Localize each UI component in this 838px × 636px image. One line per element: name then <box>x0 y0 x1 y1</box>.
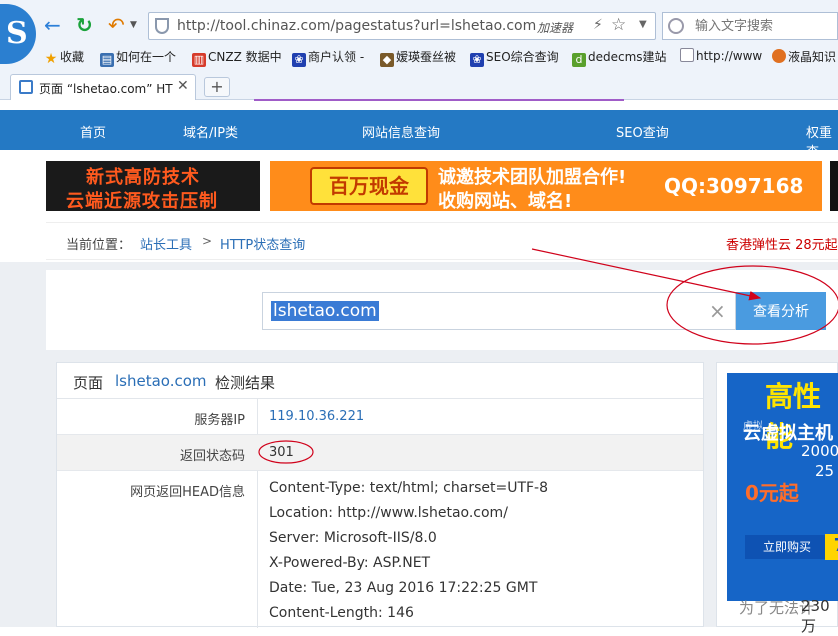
banner-ad-3[interactable] <box>830 161 838 211</box>
breadcrumb-current[interactable]: HTTP状态查询 <box>220 234 305 253</box>
url-text[interactable]: http://tool.chinaz.com/pagestatus?url=ls… <box>177 18 536 34</box>
paw-icon: ❀ <box>470 53 484 67</box>
shield-icon <box>155 18 169 34</box>
banner1-line1: 新式高防技术 <box>86 167 200 188</box>
banner2-line2: 收购网站、域名! <box>438 191 573 211</box>
page-icon <box>680 48 694 62</box>
server-ip-label: 服务器IP <box>194 413 245 428</box>
breadcrumb-sep: > <box>202 234 213 248</box>
d-icon: d <box>572 53 586 67</box>
bookmark-item[interactable]: ◆ 嫒瑛蚕丝被 <box>380 48 456 67</box>
nav-domain-ip[interactable]: 域名/IP类 <box>183 122 238 141</box>
ad-price: 0元起 <box>745 481 799 505</box>
paw-icon: ❀ <box>292 53 306 67</box>
bookmark-item[interactable]: 液晶知识 <box>772 48 836 65</box>
bookmarks-bar: ★ 收藏 ▤ 如何在一个 ▥ CNZZ 数据中 ❀ 商户认领 - ◆ 嫒瑛蚕丝被 ❀ SEO… <box>0 46 838 68</box>
result-title-suffix: 检测结果 <box>215 374 276 392</box>
clear-icon[interactable]: × <box>709 299 726 323</box>
close-icon[interactable]: ✕ <box>177 78 189 94</box>
tab-active[interactable]: 页面 “lshetao.com” HT ✕ <box>10 74 196 100</box>
banner2-box: 百万现金 <box>310 167 428 205</box>
bookmark-item[interactable]: ❀ 商户认领 - <box>292 48 364 67</box>
query-input[interactable]: lshetao.com × <box>262 292 736 330</box>
bookmark-item[interactable]: ❀ SEO综合查询 <box>470 48 559 67</box>
query-value[interactable]: lshetao.com <box>271 301 379 321</box>
result-table: 页面 lshetao.com 检测结果 服务器IP 119.10.36.221 … <box>56 362 704 628</box>
address-bar[interactable]: http://tool.chinaz.com/pagestatus?url=ls… <box>148 12 656 40</box>
banner-ad-1[interactable]: 新式高防技术 云端近源攻击压制 <box>46 161 260 211</box>
back-arrow-icon[interactable]: ← <box>44 12 61 38</box>
table-row: 服务器IP 119.10.36.221 <box>57 399 703 435</box>
nav-seo[interactable]: SEO查询 <box>616 122 669 141</box>
banner2-line1: 诚邀技术团队加盟合作! <box>438 167 627 188</box>
tab-title[interactable]: 页面 “lshetao.com” HT <box>39 80 177 97</box>
circle-icon <box>772 49 786 63</box>
result-title-prefix: 页面 <box>73 374 104 392</box>
chart-icon: ▥ <box>192 53 206 67</box>
bookmark-item[interactable]: d dedecms建站 <box>572 48 667 67</box>
nav-home[interactable]: 首页 <box>80 122 106 141</box>
bookmark-item[interactable]: ▥ CNZZ 数据中 <box>192 48 282 67</box>
bookmark-item[interactable]: ▤ 如何在一个 <box>100 48 176 67</box>
ad-number: 230万 <box>801 597 830 635</box>
bolt-icon[interactable]: ⚡ <box>593 17 603 33</box>
accelerator-label[interactable]: 加速器 <box>537 19 573 36</box>
banner-row: 新式高防技术 云端近源攻击压制 百万现金 诚邀技术团队加盟合作! 收购网站、域名… <box>0 160 838 212</box>
favorite-star-icon[interactable]: ☆ <box>611 15 626 35</box>
nav-site-info[interactable]: 网站信息查询 <box>362 122 440 141</box>
nav-weight[interactable]: 权重查 <box>806 122 838 160</box>
ad-figure-2: 25 <box>815 462 835 480</box>
doc-icon: ▤ <box>100 53 114 67</box>
browser-search-input[interactable] <box>695 17 835 35</box>
star-icon: ★ <box>44 51 58 67</box>
bag-icon: ◆ <box>380 53 394 67</box>
browser-chrome: S ← ↻ ↶ ▼ http://tool.chinaz.com/pagesta… <box>0 0 838 100</box>
ad-buy-number: 7 <box>825 534 838 560</box>
loading-line <box>254 99 624 101</box>
head-line: X-Powered-By: ASP.NET <box>269 555 431 571</box>
refresh-icon[interactable]: ↻ <box>76 12 93 38</box>
banner1-line2: 云端近源攻击压制 <box>66 191 218 211</box>
search-engine-icon[interactable] <box>668 18 684 34</box>
head-line: Content-Type: text/html; charset=UTF-8 <box>269 480 549 496</box>
banner2-qq: QQ:3097168 <box>664 174 804 198</box>
promo-link[interactable]: 香港弹性云 28元起 <box>726 234 838 253</box>
bookmark-item[interactable]: http://www <box>680 48 762 63</box>
site-nav: 首页 域名/IP类 网站信息查询 SEO查询 权重查 <box>0 110 838 160</box>
breadcrumb-label: 当前位置： <box>66 238 132 253</box>
head-line: Location: http://www.lshetao.com/ <box>269 505 508 521</box>
analyze-button[interactable]: 查看分析 <box>736 292 826 330</box>
breadcrumb: 当前位置： 站长工具 > HTTP状态查询 香港弹性云 28元起 <box>46 222 838 260</box>
head-line: Date: Tue, 23 Aug 2016 17:22:25 GMT <box>269 580 538 596</box>
undo-icon[interactable]: ↶ <box>108 12 125 38</box>
banner-ad-2[interactable]: 百万现金 诚邀技术团队加盟合作! 收购网站、域名! QQ:3097168 <box>270 161 822 211</box>
head-line: Server: Microsoft-IIS/8.0 <box>269 530 437 546</box>
ad-figure-1: 2000 <box>801 442 838 460</box>
server-ip-link[interactable]: 119.10.36.221 <box>269 409 364 424</box>
status-code-label: 返回状态码 <box>179 449 245 464</box>
side-ad[interactable]: 虚拟 高性能 云虚拟主机 2000 25 0元起 立即购买7 为了无法计 230… <box>716 362 838 635</box>
url-dropdown-icon[interactable]: ▼ <box>639 19 647 30</box>
side-ad-image[interactable]: 虚拟 高性能 云虚拟主机 2000 25 0元起 立即购买7 <box>727 373 838 601</box>
result-header: 页面 lshetao.com 检测结果 <box>57 363 703 399</box>
page-favicon-icon <box>19 80 33 94</box>
bookmark-item[interactable]: ★ 收藏 <box>44 48 84 66</box>
table-row: 返回状态码 301 <box>57 435 703 471</box>
tab-bar: 页面 “lshetao.com” HT ✕ + <box>0 74 838 100</box>
head-info-label: 网页返回HEAD信息 <box>130 485 245 500</box>
result-domain-link[interactable]: lshetao.com <box>115 372 207 390</box>
undo-dropdown-icon[interactable]: ▼ <box>130 12 137 38</box>
status-code-value: 301 <box>269 445 294 460</box>
new-tab-button[interactable]: + <box>204 77 230 97</box>
breadcrumb-tools-link[interactable]: 站长工具 <box>140 234 192 253</box>
head-line: Content-Length: 146 <box>269 605 414 621</box>
ad-buy-button[interactable]: 立即购买7 <box>745 534 838 560</box>
browser-search-bar[interactable] <box>662 12 838 40</box>
